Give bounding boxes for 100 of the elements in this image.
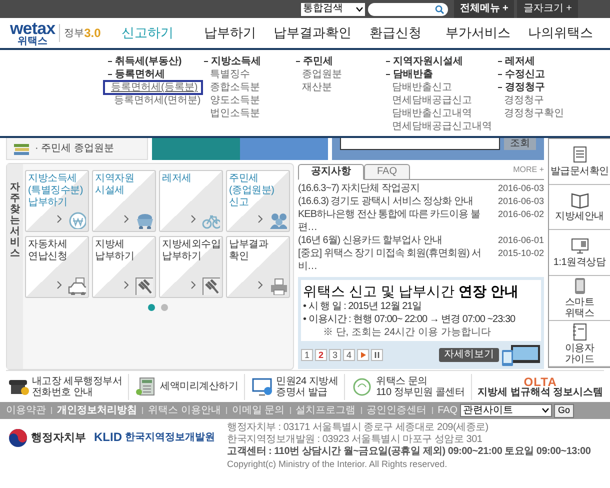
logo-wordmark[interactable]: wetax bbox=[10, 20, 56, 36]
nav-tab[interactable]: 나의위택스 bbox=[519, 23, 602, 43]
menu-link[interactable]: 주민세 bbox=[303, 56, 333, 67]
detail-button[interactable]: 자세히보기 bbox=[439, 348, 499, 362]
service-tile[interactable]: 지방세외수입 납부하기 bbox=[159, 236, 223, 298]
car-icon bbox=[68, 277, 86, 295]
menu-link[interactable]: 재산분 bbox=[296, 82, 332, 93]
banner-text: • 이용시간 : 현행 07:00~ 22:00 → 변경 07:00 ~23:30 bbox=[303, 314, 516, 326]
chevron-icon bbox=[191, 215, 196, 223]
dash-icon bbox=[204, 61, 208, 62]
service-tile[interactable]: 납부결과 확인 bbox=[226, 236, 290, 298]
menu-link[interactable]: 종합소득분 bbox=[204, 82, 260, 93]
book-icon bbox=[570, 191, 590, 210]
chevron-icon bbox=[57, 215, 62, 223]
nav-tab[interactable]: 납부결과확인 bbox=[271, 23, 354, 43]
tile-label: 레저세 bbox=[162, 173, 192, 185]
menu-link[interactable]: 면세담배공급신고 bbox=[386, 95, 472, 106]
chevron-icon bbox=[258, 281, 263, 289]
quick-menu-item[interactable]: 스마트 위택스 bbox=[549, 276, 610, 322]
tile-label: 지방소득세 (특별징수분) 납부하기 bbox=[28, 173, 84, 209]
org-name: 행정자치부 bbox=[31, 430, 86, 446]
gov-badge-number: 3.0 bbox=[84, 27, 101, 39]
olta-logo: OLTA bbox=[524, 376, 557, 388]
nav-tab[interactable]: 부가서비스 bbox=[436, 23, 520, 43]
text-size-button[interactable]: 글자크기 + bbox=[517, 0, 578, 18]
play-icon bbox=[357, 349, 369, 361]
dash-icon bbox=[108, 74, 112, 75]
menu-link[interactable]: 레저세 bbox=[505, 56, 535, 67]
menu-link[interactable]: 종업원분 bbox=[296, 69, 342, 80]
related-sites-select[interactable]: 관련사이트 bbox=[460, 404, 552, 417]
more-link[interactable]: MORE + bbox=[513, 164, 544, 176]
dash-icon bbox=[498, 74, 502, 75]
tile-label: 주민세 (종업원분) 신고 bbox=[229, 173, 276, 209]
page-button[interactable]: 4 bbox=[343, 349, 355, 361]
org-name: 한국지역정보개발원 bbox=[125, 430, 215, 444]
notice-link[interactable]: (16.6.3) 경기도 광택시 서비스 정상화 안내 bbox=[298, 195, 473, 208]
service-tile[interactable]: 주민세 (종업원분) 신고 bbox=[226, 170, 290, 232]
shortcut-link[interactable]: 민원24 지방세 증명서 발급 bbox=[244, 374, 344, 400]
menu-link[interactable]: 경정청구 bbox=[498, 95, 544, 106]
menu-link[interactable]: 등록면허세(등록분) bbox=[103, 80, 203, 95]
shortcut-link[interactable]: 내고장 세무행정부서 전화번호 안내 bbox=[0, 374, 128, 400]
menu-link[interactable]: 등록면허세(면허분) bbox=[108, 95, 201, 106]
notice-link[interactable]: KEB하나은행 전산 통합에 따른 카드이용 불편… bbox=[298, 208, 495, 234]
menu-link[interactable]: 특별징수 bbox=[204, 69, 250, 80]
search-scope-select[interactable]: 통합검색 bbox=[300, 2, 365, 16]
service-tile[interactable]: 레저세 bbox=[159, 170, 223, 232]
notice-tab[interactable]: FAQ bbox=[364, 164, 410, 180]
menu-link[interactable]: 면세담배공급신고내역 bbox=[386, 121, 492, 132]
menu-link[interactable]: 법인소득분 bbox=[204, 108, 260, 119]
dash-icon bbox=[386, 74, 390, 75]
go-button[interactable]: Go bbox=[554, 404, 574, 418]
page-button[interactable]: 3 bbox=[329, 349, 341, 361]
menu-link[interactable]: 지역자원시설세 bbox=[393, 56, 463, 67]
banner-text: • 시 행 일 : 2015년 12월 21일 bbox=[303, 301, 423, 313]
service-tile[interactable]: 지방세 납부하기 bbox=[92, 236, 156, 298]
shortcut-link[interactable]: 세액미리계산하기 bbox=[128, 374, 244, 400]
notice-link[interactable]: [중요] 위택스 장기 미접속 회원(휴면회원) 서비… bbox=[298, 247, 495, 273]
notice-link[interactable]: (16년 6월) 신용카드 할부업사 안내 bbox=[298, 234, 442, 247]
service-tile[interactable]: 자동차세 연납신청 bbox=[25, 236, 89, 298]
quick-menu-item[interactable]: 지방세안내 bbox=[549, 184, 610, 230]
menu-link[interactable]: 담배반출 bbox=[393, 69, 433, 80]
menu-link[interactable]: 담배반출신고 bbox=[386, 82, 452, 93]
books-icon bbox=[13, 142, 31, 156]
people-icon bbox=[269, 211, 287, 229]
banner-title: 위택스 신고 및 납부시간 연장 안내 bbox=[303, 282, 520, 300]
calculator-icon bbox=[135, 376, 158, 398]
gavel-icon bbox=[202, 277, 220, 295]
full-menu-button[interactable]: 전체메뉴 + bbox=[454, 0, 514, 18]
tile-label: 자동차세 연납신청 bbox=[28, 239, 68, 263]
tile-label: 지역자원 시설세 bbox=[95, 173, 135, 197]
notice-tab[interactable]: 공지사항 bbox=[298, 164, 364, 180]
quick-menu-item[interactable]: 이용자 가이드 bbox=[549, 321, 610, 367]
address-text: 한국지역정보개발원 : 03923 서울특별시 마포구 성암로 301 bbox=[227, 434, 484, 446]
notice-date: 2016-06-02 bbox=[498, 208, 544, 221]
menu-link[interactable]: 등록면허세 bbox=[115, 69, 165, 80]
search-field[interactable] bbox=[368, 2, 448, 16]
service-tile[interactable]: 지역자원 시설세 bbox=[92, 170, 156, 232]
tile-label: 지방세 납부하기 bbox=[95, 239, 135, 263]
menu-link[interactable]: 경정청구 bbox=[505, 82, 545, 93]
menu-link[interactable]: 담배반출신고내역 bbox=[386, 108, 472, 119]
tile-label: 납부결과 확인 bbox=[229, 239, 270, 263]
shortcut-link[interactable]: 위택스 문의 110 정부민원 콜센터 bbox=[344, 374, 471, 400]
nav-tab[interactable]: 환급신청 bbox=[354, 23, 437, 43]
printer-icon bbox=[269, 277, 287, 295]
lookup-field[interactable] bbox=[340, 138, 500, 150]
menu-link[interactable]: 수정신고 bbox=[505, 69, 545, 80]
address-text: 행정자치부 : 03171 서울특별시 종로구 세종대로 209(세종로) bbox=[227, 422, 490, 434]
nav-tab[interactable]: 납부하기 bbox=[188, 23, 272, 43]
service-tile[interactable]: 지방소득세 (특별징수분) 납부하기 bbox=[25, 170, 89, 232]
menu-link[interactable]: 취득세(부동산) bbox=[115, 56, 182, 67]
menu-link[interactable]: 양도소득분 bbox=[204, 95, 260, 106]
page-button[interactable]: 2 bbox=[315, 349, 327, 361]
page-button[interactable]: 1 bbox=[301, 349, 313, 361]
menu-link[interactable]: 경정청구확인 bbox=[498, 108, 564, 119]
shortcut-link[interactable]: OLTA 지방세 법규해석 정보시스템 bbox=[470, 374, 610, 400]
lookup-button[interactable]: 조회 bbox=[504, 138, 536, 150]
notice-link[interactable]: (16.6.3~7) 자치단체 작업공지 bbox=[298, 182, 420, 195]
dash-icon bbox=[386, 61, 390, 62]
logo-subtitle: 위택스 bbox=[18, 36, 48, 46]
menu-link[interactable]: 지방소득세 bbox=[211, 56, 261, 67]
